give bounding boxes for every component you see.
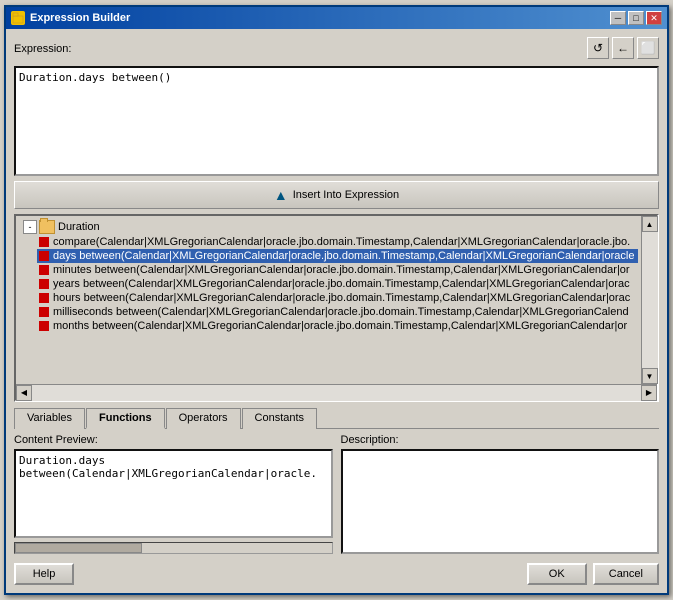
- expand-icon[interactable]: -: [23, 220, 37, 234]
- horizontal-scrollbar[interactable]: ◀ ▶: [16, 384, 657, 400]
- item-icon-3: [39, 279, 49, 289]
- item-text-0: compare(Calendar|XMLGregorianCalendar|or…: [53, 236, 630, 248]
- tab-variables[interactable]: Variables: [14, 408, 85, 429]
- tree-item-6[interactable]: months between(Calendar|XMLGregorianCale…: [37, 319, 638, 333]
- tree-folder-duration[interactable]: - Duration: [21, 219, 638, 235]
- ok-cancel-group: OK Cancel: [527, 563, 659, 585]
- close-button[interactable]: ✕: [646, 11, 662, 25]
- item-icon-6: [39, 321, 49, 331]
- tabs-row: Variables Functions Operators Constants: [14, 407, 659, 429]
- item-icon-2: [39, 265, 49, 275]
- item-text-1: days between(Calendar|XMLGregorianCalend…: [53, 250, 635, 262]
- item-icon-4: [39, 293, 49, 303]
- scroll-down-button[interactable]: ▼: [642, 368, 658, 384]
- bottom-buttons: Help OK Cancel: [14, 563, 659, 585]
- folder-label: Duration: [58, 221, 100, 233]
- tree-item-1[interactable]: days between(Calendar|XMLGregorianCalend…: [37, 249, 638, 263]
- ok-button[interactable]: OK: [527, 563, 587, 585]
- insert-arrow-icon: ▲: [274, 187, 288, 203]
- item-text-5: milliseconds between(Calendar|XMLGregori…: [53, 306, 629, 318]
- expression-builder-window: Expression Builder ─ □ ✕ Expression: ↺ ←…: [4, 5, 669, 595]
- tab-operators-label: Operators: [179, 412, 228, 424]
- tree-children: compare(Calendar|XMLGregorianCalendar|or…: [37, 235, 638, 333]
- preview-scrollbar-thumb[interactable]: [15, 543, 142, 553]
- title-controls: ─ □ ✕: [610, 11, 662, 25]
- tree-panel: - Duration compare(Calendar|XMLGregorian…: [16, 216, 641, 384]
- vertical-scrollbar[interactable]: ▲ ▼: [641, 216, 657, 384]
- tree-item-3[interactable]: years between(Calendar|XMLGregorianCalen…: [37, 277, 638, 291]
- cancel-button[interactable]: Cancel: [593, 563, 659, 585]
- expression-label: Expression:: [14, 43, 71, 55]
- description-label: Description:: [341, 434, 660, 446]
- folder-icon: [39, 220, 55, 234]
- content-preview-hscroll[interactable]: [14, 542, 333, 554]
- tab-operators[interactable]: Operators: [166, 408, 241, 429]
- window-title: Expression Builder: [30, 12, 130, 24]
- tree-item-4[interactable]: hours between(Calendar|XMLGregorianCalen…: [37, 291, 638, 305]
- refresh-button[interactable]: ↺: [587, 37, 609, 59]
- back-button[interactable]: ←: [612, 37, 634, 59]
- tab-functions[interactable]: Functions: [86, 408, 165, 429]
- tab-constants-label: Constants: [255, 412, 305, 424]
- maximize-button[interactable]: □: [628, 11, 644, 25]
- scroll-up-button[interactable]: ▲: [642, 216, 658, 232]
- scroll-track-v[interactable]: [642, 232, 658, 368]
- refresh-icon: ↺: [593, 41, 603, 55]
- tree-item-5[interactable]: milliseconds between(Calendar|XMLGregori…: [37, 305, 638, 319]
- tab-constants[interactable]: Constants: [242, 408, 318, 429]
- insert-into-expression-button[interactable]: ▲ Insert Into Expression: [14, 181, 659, 209]
- content-preview-value: Duration.days between(Calendar|XMLGregor…: [19, 454, 317, 480]
- insert-button-label: Insert Into Expression: [293, 189, 399, 201]
- copy-icon: ⬜: [641, 41, 656, 55]
- minimize-button[interactable]: ─: [610, 11, 626, 25]
- description-area: [341, 449, 660, 554]
- scroll-track-h[interactable]: [32, 385, 641, 401]
- item-text-3: years between(Calendar|XMLGregorianCalen…: [53, 278, 630, 290]
- scroll-left-button[interactable]: ◀: [16, 385, 32, 401]
- item-icon-5: [39, 307, 49, 317]
- tree-container: - Duration compare(Calendar|XMLGregorian…: [16, 216, 641, 336]
- bottom-section: Content Preview: Duration.days between(C…: [14, 434, 659, 554]
- content-preview-label: Content Preview:: [14, 434, 333, 446]
- scroll-right-button[interactable]: ▶: [641, 385, 657, 401]
- tab-variables-label: Variables: [27, 412, 72, 424]
- item-icon-0: [39, 237, 49, 247]
- copy-button[interactable]: ⬜: [637, 37, 659, 59]
- expression-input[interactable]: [14, 66, 659, 176]
- back-icon: ←: [617, 41, 629, 55]
- title-bar-left: Expression Builder: [11, 11, 130, 25]
- description-box: Description:: [341, 434, 660, 554]
- main-content: Expression: ↺ ← ⬜ ▲ Insert Into Expressi…: [6, 29, 667, 593]
- content-preview-area: Duration.days between(Calendar|XMLGregor…: [14, 449, 333, 538]
- tree-wrapper: - Duration compare(Calendar|XMLGregorian…: [16, 216, 657, 384]
- help-button[interactable]: Help: [14, 563, 74, 585]
- item-text-6: months between(Calendar|XMLGregorianCale…: [53, 320, 627, 332]
- item-icon-1: [39, 251, 49, 261]
- tree-item-0[interactable]: compare(Calendar|XMLGregorianCalendar|or…: [37, 235, 638, 249]
- window-icon: [11, 11, 25, 25]
- item-text-2: minutes between(Calendar|XMLGregorianCal…: [53, 264, 630, 276]
- title-bar: Expression Builder ─ □ ✕: [6, 7, 667, 29]
- tab-functions-label: Functions: [99, 412, 152, 424]
- toolbar: ↺ ← ⬜: [587, 37, 659, 59]
- item-text-4: hours between(Calendar|XMLGregorianCalen…: [53, 292, 630, 304]
- content-preview-box: Content Preview: Duration.days between(C…: [14, 434, 333, 554]
- tree-item-2[interactable]: minutes between(Calendar|XMLGregorianCal…: [37, 263, 638, 277]
